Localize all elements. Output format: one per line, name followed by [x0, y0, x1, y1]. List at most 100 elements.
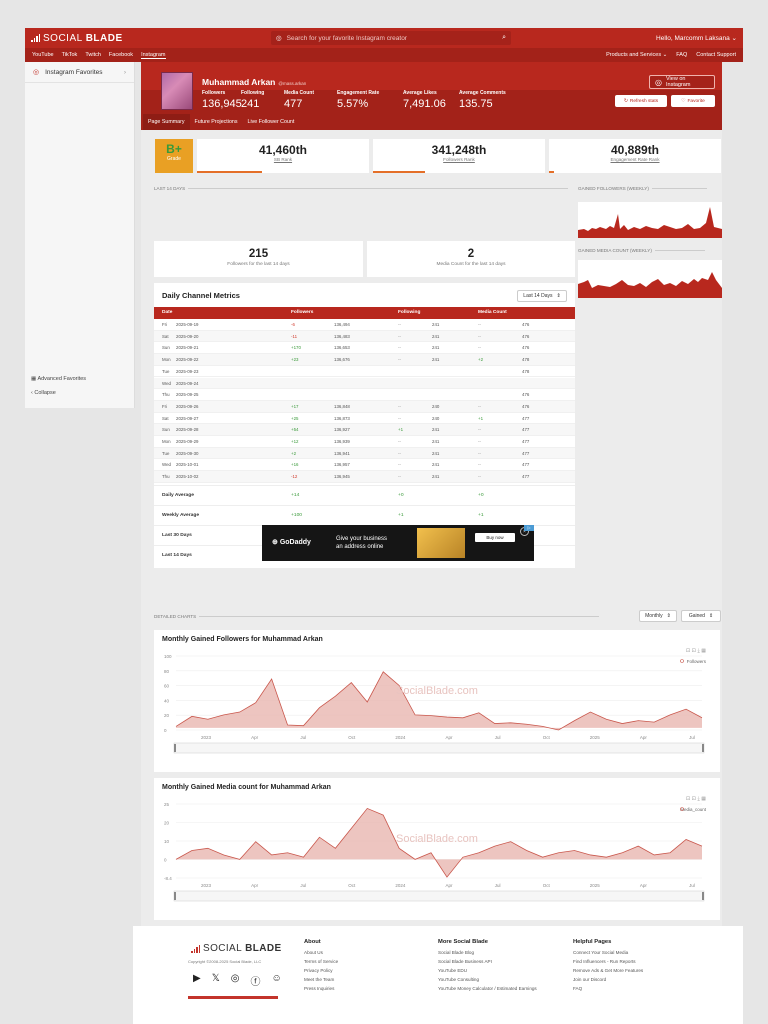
x-tick-label: Jul	[495, 883, 501, 888]
nav-twitch[interactable]: Twitch	[85, 52, 101, 58]
nav-facebook[interactable]: Facebook	[109, 52, 133, 58]
platform-nav: YouTube TikTok Twitch Facebook Instagram…	[25, 48, 743, 62]
metrics-range-select[interactable]: Last 14 Days ⇕	[517, 290, 567, 302]
period-value: Monthly	[645, 613, 663, 619]
nav-youtube[interactable]: YouTube	[32, 52, 54, 58]
x-tick-label: Apr	[640, 883, 648, 888]
footer-link[interactable]: Meet the Team	[304, 977, 338, 982]
x-tick-label: Apr	[445, 883, 453, 888]
zoom-slider	[173, 742, 705, 754]
mode-select[interactable]: Gained ⇕	[681, 610, 721, 622]
x-tick-label: Oct	[543, 883, 551, 888]
footer-link[interactable]: Remove Ads & Get More Features	[573, 968, 643, 973]
row-media-delta: --	[478, 427, 481, 433]
favorite-button[interactable]: ♡ Favorite	[671, 95, 715, 107]
ad-brand-text: GoDaddy	[279, 539, 311, 546]
footer-logo[interactable]: SOCIAL BLADE	[191, 943, 282, 954]
stat-average-likes: Average Likes 7,491.06	[403, 90, 459, 110]
footer-about: About About Us Terms of Service Privacy …	[304, 939, 338, 991]
x-icon[interactable]: 𝕏	[212, 973, 220, 988]
row-media: 477	[522, 415, 530, 421]
search-input[interactable]: ◎ Search for your favorite Instagram cre…	[271, 31, 511, 45]
x-tick-label: 2023	[201, 735, 212, 740]
discord-icon[interactable]: ☺	[272, 973, 282, 988]
footer-logo-light: SOCIAL	[203, 943, 243, 954]
stat-value: 136,945	[202, 98, 242, 110]
table-row: Fri 2025-09-26 +17 136,848 -- 240 -- 476	[154, 400, 575, 413]
rank-progress-bar	[549, 171, 555, 173]
site-logo[interactable]: SOCIAL BLADE	[31, 33, 261, 44]
row-date: 2025-09-27	[176, 415, 199, 421]
advanced-favorites-link[interactable]: ▦ Advanced Favorites	[31, 376, 86, 382]
facebook-icon[interactable]: ⓕ	[251, 973, 261, 988]
footer-link[interactable]: Connect Your Social Media	[573, 950, 643, 955]
heart-icon: ♡	[681, 98, 686, 104]
chart-title: Monthly Gained Followers for Muhammad Ar…	[162, 636, 323, 643]
row-day: Thu	[162, 474, 170, 480]
ad-cta-button[interactable]: Buy now	[475, 533, 515, 542]
nav-instagram[interactable]: Instagram	[141, 52, 166, 59]
footer-link[interactable]: Privacy Policy	[304, 968, 338, 973]
footer-link[interactable]: Join our Discord	[573, 977, 643, 982]
row-following: 241	[432, 345, 440, 351]
ad-brand: ⊕ GoDaddy	[272, 538, 311, 546]
stat-label: Following	[241, 90, 265, 96]
advertisement[interactable]: ⊕ GoDaddy Give your business an address o…	[262, 525, 534, 561]
collapse-button[interactable]: ‹ Collapse	[31, 390, 86, 396]
stat-label: Engagement Rate	[337, 90, 380, 96]
x-tick-label: Apr	[640, 735, 648, 740]
ad-choices-icon[interactable]: ▷	[524, 525, 534, 531]
footer-link[interactable]: YouTube EDU	[438, 968, 537, 973]
nav-tiktok[interactable]: TikTok	[62, 52, 78, 58]
footer-link[interactable]: Social Blade Business API	[438, 959, 537, 964]
view-on-instagram-button[interactable]: ◎ View on Instagram	[649, 75, 715, 89]
summary-label: Daily Average	[162, 493, 194, 498]
top-bar: SOCIAL BLADE ◎ Search for your favorite …	[25, 28, 743, 48]
instagram-favorites-toggle[interactable]: ◎ Instagram Favorites ›	[25, 62, 134, 83]
nav-faq[interactable]: FAQ	[676, 52, 687, 58]
row-following: 241	[432, 427, 440, 433]
footer-accent-bar	[188, 996, 278, 999]
rank-label-text[interactable]: Engagement Rate Rank	[610, 157, 659, 162]
x-tick-label: Jul	[689, 735, 695, 740]
rank-label-text[interactable]: Followers Rank	[443, 157, 475, 162]
stat-value: 5.57%	[337, 98, 369, 110]
user-menu[interactable]: Hello, Marcomm Laksana ⌄	[656, 34, 737, 42]
footer-link[interactable]: Press Inquiries	[304, 986, 338, 991]
nav-contact-support[interactable]: Contact Support	[696, 52, 736, 58]
nav-products-services[interactable]: Products and Services ⌄	[606, 52, 667, 58]
row-following-delta: --	[398, 474, 401, 480]
chevron-down-icon: ⌄	[731, 35, 737, 42]
footer-link[interactable]: About Us	[304, 950, 338, 955]
footer-link[interactable]: Terms of Service	[304, 959, 338, 964]
footer-link[interactable]: Find Influencers - Run Reports	[573, 959, 643, 964]
instagram-icon[interactable]: ◎	[231, 973, 240, 988]
table-row: Sat 2025-09-20 -11 136,483 -- 241 -- 476	[154, 330, 575, 343]
period-select[interactable]: Monthly ⇕	[639, 610, 677, 622]
footer-link[interactable]: YouTube Consulting	[438, 977, 537, 982]
row-following: 240	[432, 403, 440, 409]
rank-progress-bar	[197, 171, 263, 173]
row-followers: 136,653	[334, 345, 350, 351]
followers-14-days-card: 215 Followers for the last 14 days	[154, 241, 363, 277]
legend-marker	[680, 659, 684, 663]
youtube-icon[interactable]: ▶	[193, 973, 201, 988]
divider	[651, 188, 707, 189]
footer-link[interactable]: Social Blade Blog	[438, 950, 537, 955]
chevron-updown-icon: ⇕	[708, 613, 714, 619]
rank-label: Followers Rank	[373, 157, 545, 162]
tab-future-projections[interactable]: Future Projections	[190, 114, 243, 130]
refresh-stats-button[interactable]: ↻ Refresh stats	[615, 95, 667, 107]
row-date: 2025-09-25	[176, 392, 199, 398]
search-icon[interactable]: ⌕	[502, 34, 506, 42]
x-tick-label: 2025	[590, 735, 601, 740]
logo-bold-text: BLADE	[85, 32, 123, 44]
summary-label: Last 30 Days	[162, 533, 192, 538]
tab-live-follower-count[interactable]: Live Follower Count	[243, 114, 300, 130]
rank-label-text[interactable]: SB Rank	[274, 157, 292, 162]
footer-link[interactable]: FAQ	[573, 986, 643, 991]
tab-page-summary[interactable]: Page Summary	[143, 114, 190, 130]
footer-link[interactable]: YouTube Money Calculator / Estimated Ear…	[438, 986, 537, 991]
row-day: Tue	[162, 450, 170, 456]
divider	[199, 616, 600, 617]
